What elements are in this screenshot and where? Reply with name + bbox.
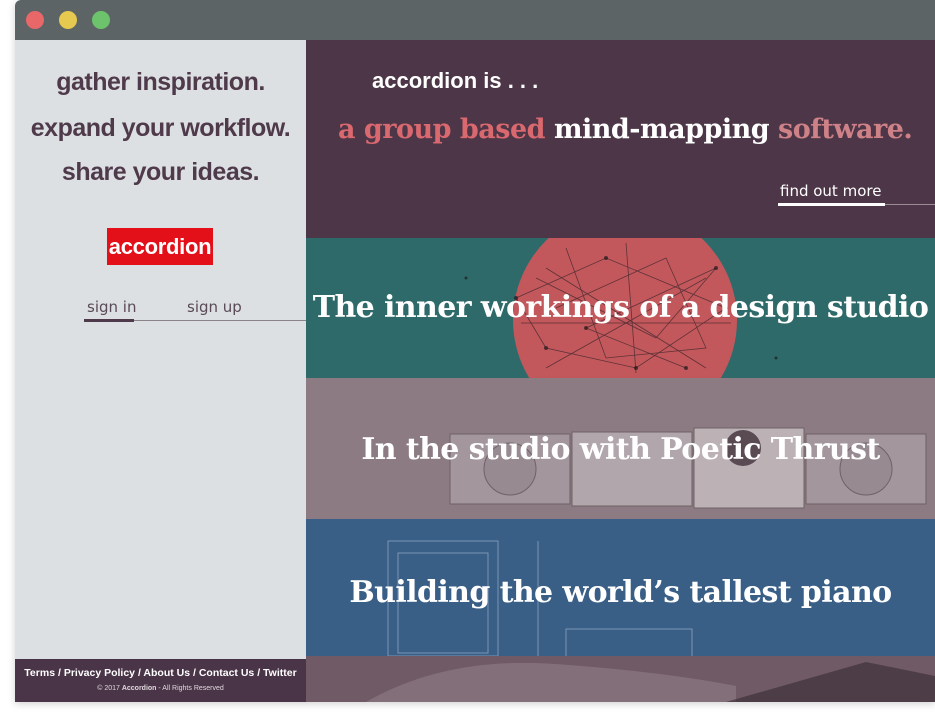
copyright: © 2017 Accordion - All Rights Reserved (15, 685, 306, 692)
hero-title: a group based mind-mapping software. (338, 114, 913, 145)
find-out-more-link[interactable]: find out more (780, 182, 881, 200)
minimize-window-button[interactable] (59, 11, 77, 29)
copyright-brand: Accordion (121, 685, 157, 692)
title-bar (15, 0, 935, 40)
footer-separator: / (190, 667, 199, 679)
find-out-more-underline (778, 203, 885, 206)
article-card-design-studio[interactable]: The inner workings of a design studio (306, 238, 935, 378)
footer-link-about[interactable]: About Us (143, 667, 190, 679)
sign-up-link[interactable]: sign up (187, 298, 242, 316)
tagline-2: expand your workflow. (30, 114, 291, 142)
tagline-3: share your ideas. (61, 158, 260, 186)
article-card-poetic-thrust[interactable]: In the studio with Poetic Thrust (306, 378, 935, 519)
active-tab-indicator (84, 319, 134, 322)
close-window-button[interactable] (26, 11, 44, 29)
hero-title-accent: a group based (338, 114, 546, 145)
textile-photo-placeholder (366, 662, 935, 702)
sidebar: gather inspiration. expand your workflow… (15, 40, 306, 702)
footer-link-twitter[interactable]: Twitter (263, 667, 297, 679)
article-card-tallest-piano[interactable]: Building the world’s tallest piano (306, 519, 935, 656)
article-title: The inner workings of a design studio (312, 290, 929, 325)
footer-links: Terms / Privacy Policy / About Us / Cont… (15, 667, 306, 679)
article-title: Building the world’s tallest piano (349, 575, 892, 610)
hero-lead: accordion is . . . (372, 68, 539, 93)
browser-window: gather inspiration. expand your workflow… (15, 0, 935, 702)
hero-section: accordion is . . . a group based mind-ma… (306, 40, 935, 238)
sign-in-link[interactable]: sign in (87, 298, 136, 316)
footer-link-privacy[interactable]: Privacy Policy (64, 667, 135, 679)
article-title: In the studio with Poetic Thrust (361, 432, 880, 467)
copyright-suffix: - All Rights Reserved (156, 685, 224, 692)
footer-separator: / (254, 667, 264, 679)
article-card-partial[interactable] (306, 656, 935, 702)
footer: Terms / Privacy Policy / About Us / Cont… (15, 659, 306, 702)
zoom-window-button[interactable] (92, 11, 110, 29)
hero-title-end: software. (778, 114, 913, 145)
hero-title-middle: mind-mapping (545, 114, 778, 145)
tagline-1: gather inspiration. (56, 68, 265, 96)
footer-link-terms[interactable]: Terms (24, 667, 55, 679)
footer-separator: / (55, 667, 64, 679)
footer-link-contact[interactable]: Contact Us (199, 667, 254, 679)
copyright-prefix: © 2017 (97, 685, 122, 692)
accordion-logo[interactable]: accordion (107, 228, 213, 265)
main-content: accordion is . . . a group based mind-ma… (306, 40, 935, 702)
